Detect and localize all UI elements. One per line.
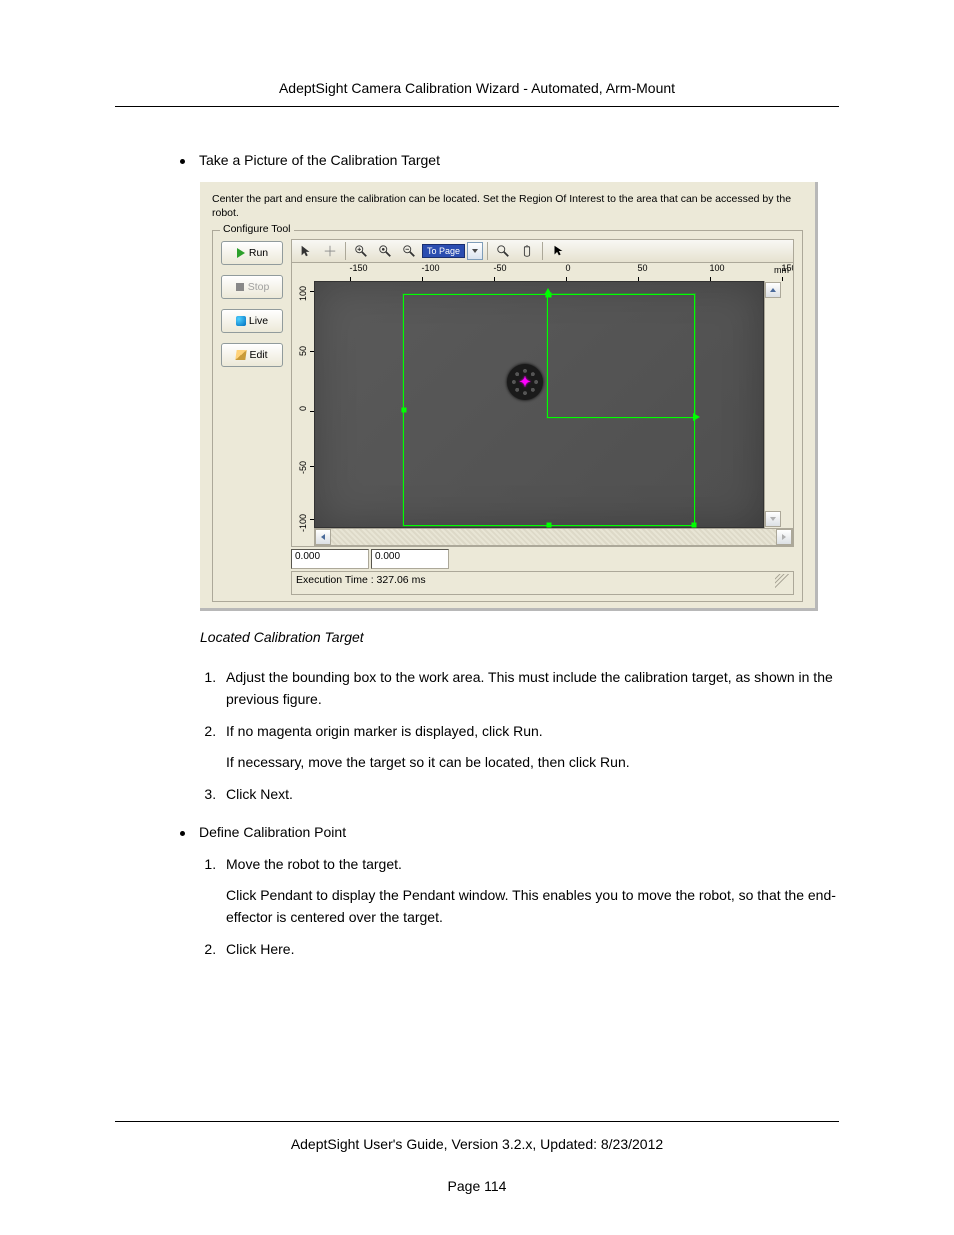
vertical-scrollbar[interactable] bbox=[764, 281, 781, 528]
viewer-toolbar: To Page bbox=[291, 239, 794, 263]
bullet-define-point-text: Define Calibration Point bbox=[199, 824, 346, 840]
configure-tool-groupbox: Configure Tool Run Stop bbox=[212, 230, 803, 602]
zoom-fit-icon[interactable] bbox=[374, 241, 396, 261]
wizard-screenshot: Center the part and ensure the calibrati… bbox=[200, 182, 839, 611]
step2-2: Click Here. bbox=[220, 939, 839, 961]
edit-icon bbox=[236, 350, 246, 360]
cursor-arrow-icon[interactable] bbox=[295, 241, 317, 261]
bullet-take-picture: Take a Picture of the Calibration Target bbox=[180, 152, 839, 168]
edit-button[interactable]: Edit bbox=[221, 343, 283, 367]
bullet-icon bbox=[180, 159, 185, 164]
pan-hand-icon[interactable] bbox=[516, 241, 538, 261]
calibration-target: ✦ bbox=[507, 364, 543, 400]
steps-list-2: Move the robot to the target. Click Pend… bbox=[220, 854, 839, 961]
stop-button-label: Stop bbox=[248, 281, 270, 293]
crosshair-icon[interactable] bbox=[319, 241, 341, 261]
groupbox-label: Configure Tool bbox=[220, 223, 294, 235]
step-2: If no magenta origin marker is displayed… bbox=[220, 721, 839, 774]
footer-rule bbox=[115, 1121, 839, 1122]
run-button-label: Run bbox=[249, 247, 268, 259]
coord-x-field: 0.000 bbox=[291, 549, 369, 569]
bullet-take-picture-text: Take a Picture of the Calibration Target bbox=[199, 152, 440, 168]
horizontal-scrollbar[interactable] bbox=[314, 528, 793, 546]
header-rule bbox=[115, 106, 839, 107]
step-2-sub: If necessary, move the target so it can … bbox=[226, 752, 839, 774]
scroll-left-icon[interactable] bbox=[315, 529, 331, 545]
resize-grip-icon[interactable] bbox=[775, 574, 789, 588]
scroll-right-icon[interactable] bbox=[776, 529, 792, 545]
origin-marker-icon: ✦ bbox=[519, 374, 531, 391]
axis-box[interactable] bbox=[547, 294, 695, 418]
zoom-selection-icon[interactable] bbox=[492, 241, 514, 261]
run-button[interactable]: Run bbox=[221, 241, 283, 265]
pointer-icon[interactable] bbox=[547, 241, 569, 261]
image-canvas[interactable]: ✦ bbox=[314, 281, 764, 528]
play-icon bbox=[236, 248, 246, 258]
edit-button-label: Edit bbox=[249, 349, 267, 361]
step2-1: Move the robot to the target. Click Pend… bbox=[220, 854, 839, 929]
zoom-in-icon[interactable] bbox=[350, 241, 372, 261]
coord-y-field: 0.000 bbox=[371, 549, 449, 569]
stop-button[interactable]: Stop bbox=[221, 275, 283, 299]
wizard-intro-text: Center the part and ensure the calibrati… bbox=[212, 192, 803, 220]
status-bar: Execution Time : 327.06 ms bbox=[291, 571, 794, 595]
page-header-title: AdeptSight Camera Calibration Wizard - A… bbox=[115, 80, 839, 96]
step-3: Click Next. bbox=[220, 784, 839, 806]
to-page-dropdown[interactable] bbox=[467, 242, 483, 260]
ruler-horizontal: -150 -100 -50 0 50 100 150 mm bbox=[314, 263, 793, 281]
step-1: Adjust the bounding box to the work area… bbox=[220, 667, 839, 710]
bullet-icon bbox=[180, 831, 185, 836]
live-button[interactable]: Live bbox=[221, 309, 283, 333]
zoom-out-icon[interactable] bbox=[398, 241, 420, 261]
page-number: Page 114 bbox=[115, 1178, 839, 1194]
to-page-button[interactable]: To Page bbox=[422, 244, 465, 258]
scroll-up-icon[interactable] bbox=[765, 282, 781, 298]
step2-1-sub: Click Pendant to display the Pendant win… bbox=[226, 885, 839, 928]
ruler-unit: mm bbox=[774, 265, 789, 275]
footer-text: AdeptSight User's Guide, Version 3.2.x, … bbox=[115, 1136, 839, 1152]
to-page-label: To Page bbox=[427, 246, 460, 256]
figure-caption: Located Calibration Target bbox=[200, 629, 839, 645]
bullet-define-point: Define Calibration Point bbox=[180, 824, 839, 840]
steps-list-1: Adjust the bounding box to the work area… bbox=[220, 667, 839, 805]
live-icon bbox=[236, 316, 246, 326]
stop-icon bbox=[235, 282, 245, 292]
scroll-down-icon[interactable] bbox=[765, 511, 781, 527]
execution-time-text: Execution Time : 327.06 ms bbox=[296, 574, 426, 592]
live-button-label: Live bbox=[249, 315, 268, 327]
ruler-vertical: 100 50 0 -50 -100 bbox=[292, 281, 314, 526]
